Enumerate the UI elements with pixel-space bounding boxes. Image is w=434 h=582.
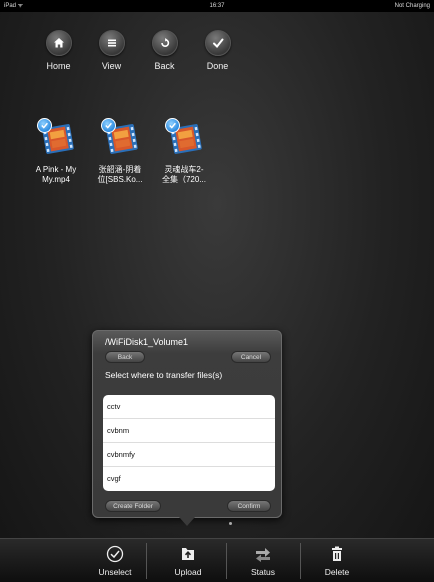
back-button[interactable]: Back — [138, 30, 191, 71]
file-name-line2: 位[SBS.Ko... — [97, 175, 143, 184]
selected-check-icon — [37, 118, 52, 133]
home-button[interactable]: Home — [32, 30, 85, 71]
file-name: 张韶涵-阴着 位[SBS.Ko... — [89, 165, 151, 185]
folder-item[interactable]: cvgf — [103, 467, 275, 491]
tab-divider — [300, 543, 301, 579]
file-name-line2: 全集（720... — [161, 175, 206, 184]
file-name: 灵魂战车2- 全集（720... — [153, 165, 215, 185]
folder-item[interactable]: cvbnmfy — [103, 443, 275, 467]
list-icon — [98, 30, 125, 56]
upload-icon — [182, 548, 194, 560]
selected-check-icon — [101, 118, 116, 133]
trash-icon — [332, 546, 342, 561]
upload-label: Upload — [174, 567, 202, 577]
upload-button[interactable]: Upload — [153, 539, 223, 582]
video-file-icon — [34, 118, 78, 162]
bottom-tab-bar: Unselect Upload Status Delete — [0, 538, 434, 582]
popup-prompt: Select where to transfer files(s) — [105, 370, 223, 380]
video-file-icon — [162, 118, 206, 162]
popup-cancel-button[interactable]: Cancel — [231, 351, 271, 363]
transfer-destination-popup: /WiFiDisk1_Volume1 Back Cancel Select wh… — [92, 330, 282, 518]
delete-button[interactable]: Delete — [302, 539, 372, 582]
view-label: View — [101, 61, 122, 71]
create-folder-button[interactable]: Create Folder — [105, 500, 161, 512]
tab-divider — [226, 543, 227, 579]
status-bar: iPad ᯤ 16:37 Not Charging — [0, 0, 434, 12]
folder-list: cctv cvbnm cvbnmfy cvgf — [103, 395, 275, 491]
done-label: Done — [206, 61, 229, 71]
folder-item[interactable]: cctv — [103, 395, 275, 419]
view-button[interactable]: View — [85, 30, 138, 71]
popup-path-title: /WiFiDisk1_Volume1 — [105, 337, 189, 347]
delete-label: Delete — [324, 567, 350, 577]
selected-check-icon — [165, 118, 180, 133]
file-name-line1: A Pink - My — [35, 165, 77, 174]
confirm-button[interactable]: Confirm — [227, 500, 271, 512]
unselect-button[interactable]: Unselect — [80, 539, 150, 582]
file-grid: A Pink - My My.mp4 张韶涵-阴着 位[SBS.Ko... 灵魂… — [26, 118, 214, 185]
back-arrow-icon — [151, 30, 178, 56]
status-button[interactable]: Status — [228, 539, 298, 582]
done-button[interactable]: Done — [191, 30, 244, 71]
page-dot — [229, 522, 232, 525]
unselect-check-icon — [106, 545, 124, 563]
file-item[interactable]: 灵魂战车2- 全集（720... — [154, 118, 214, 185]
back-label: Back — [154, 61, 175, 71]
unselect-label: Unselect — [98, 567, 132, 577]
battery-status: Not Charging — [394, 3, 430, 9]
transfer-status-icon — [256, 548, 270, 562]
status-label: Status — [250, 567, 276, 577]
file-name-line1: 灵魂战车2- — [164, 165, 204, 174]
file-item[interactable]: 张韶涵-阴着 位[SBS.Ko... — [90, 118, 150, 185]
tab-divider — [146, 543, 147, 579]
popup-pointer — [179, 517, 195, 526]
home-icon — [45, 30, 72, 56]
home-label: Home — [46, 61, 71, 71]
video-file-icon — [98, 118, 142, 162]
top-toolbar: Home View Back Done — [32, 30, 244, 71]
clock: 16:37 — [209, 3, 225, 9]
folder-item[interactable]: cvbnm — [103, 419, 275, 443]
file-item[interactable]: A Pink - My My.mp4 — [26, 118, 86, 185]
checkmark-icon — [204, 30, 231, 56]
file-name-line1: 张韶涵-阴着 — [98, 165, 142, 174]
file-name-line2: My.mp4 — [42, 175, 70, 184]
file-name: A Pink - My My.mp4 — [25, 165, 87, 185]
popup-back-button[interactable]: Back — [105, 351, 145, 363]
app-screen: iPad ᯤ 16:37 Not Charging Home View Back — [0, 0, 434, 582]
